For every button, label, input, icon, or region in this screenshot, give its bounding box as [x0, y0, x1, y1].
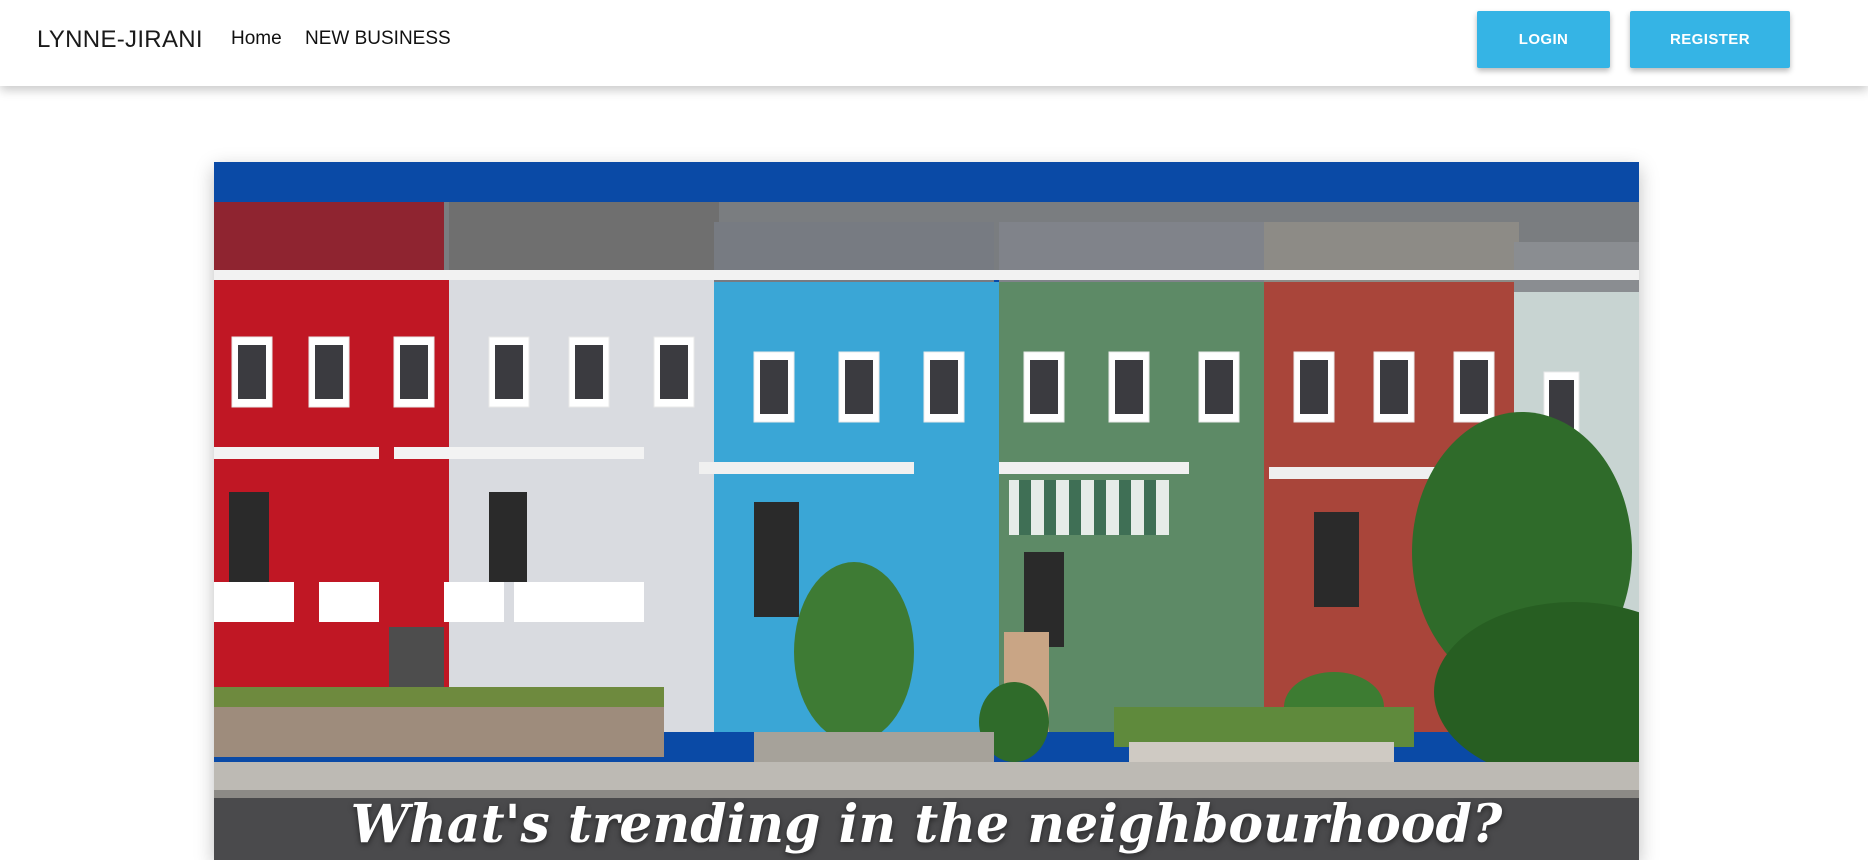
- nav-link-home[interactable]: Home: [231, 28, 282, 50]
- hero-banner: What's trending in the neighbourhood?: [214, 162, 1639, 860]
- top-navbar: LYNNE-JIRANI Home NEW BUSINESS LOGIN REG…: [0, 0, 1868, 86]
- hero-title: What's trending in the neighbourhood?: [350, 794, 1503, 855]
- nav-link-new-business[interactable]: NEW BUSINESS: [305, 28, 451, 50]
- hero-image-rowhouses: [214, 162, 1639, 860]
- register-button[interactable]: REGISTER: [1630, 11, 1790, 68]
- login-button[interactable]: LOGIN: [1477, 11, 1610, 68]
- brand-logo-text[interactable]: LYNNE-JIRANI: [37, 26, 203, 54]
